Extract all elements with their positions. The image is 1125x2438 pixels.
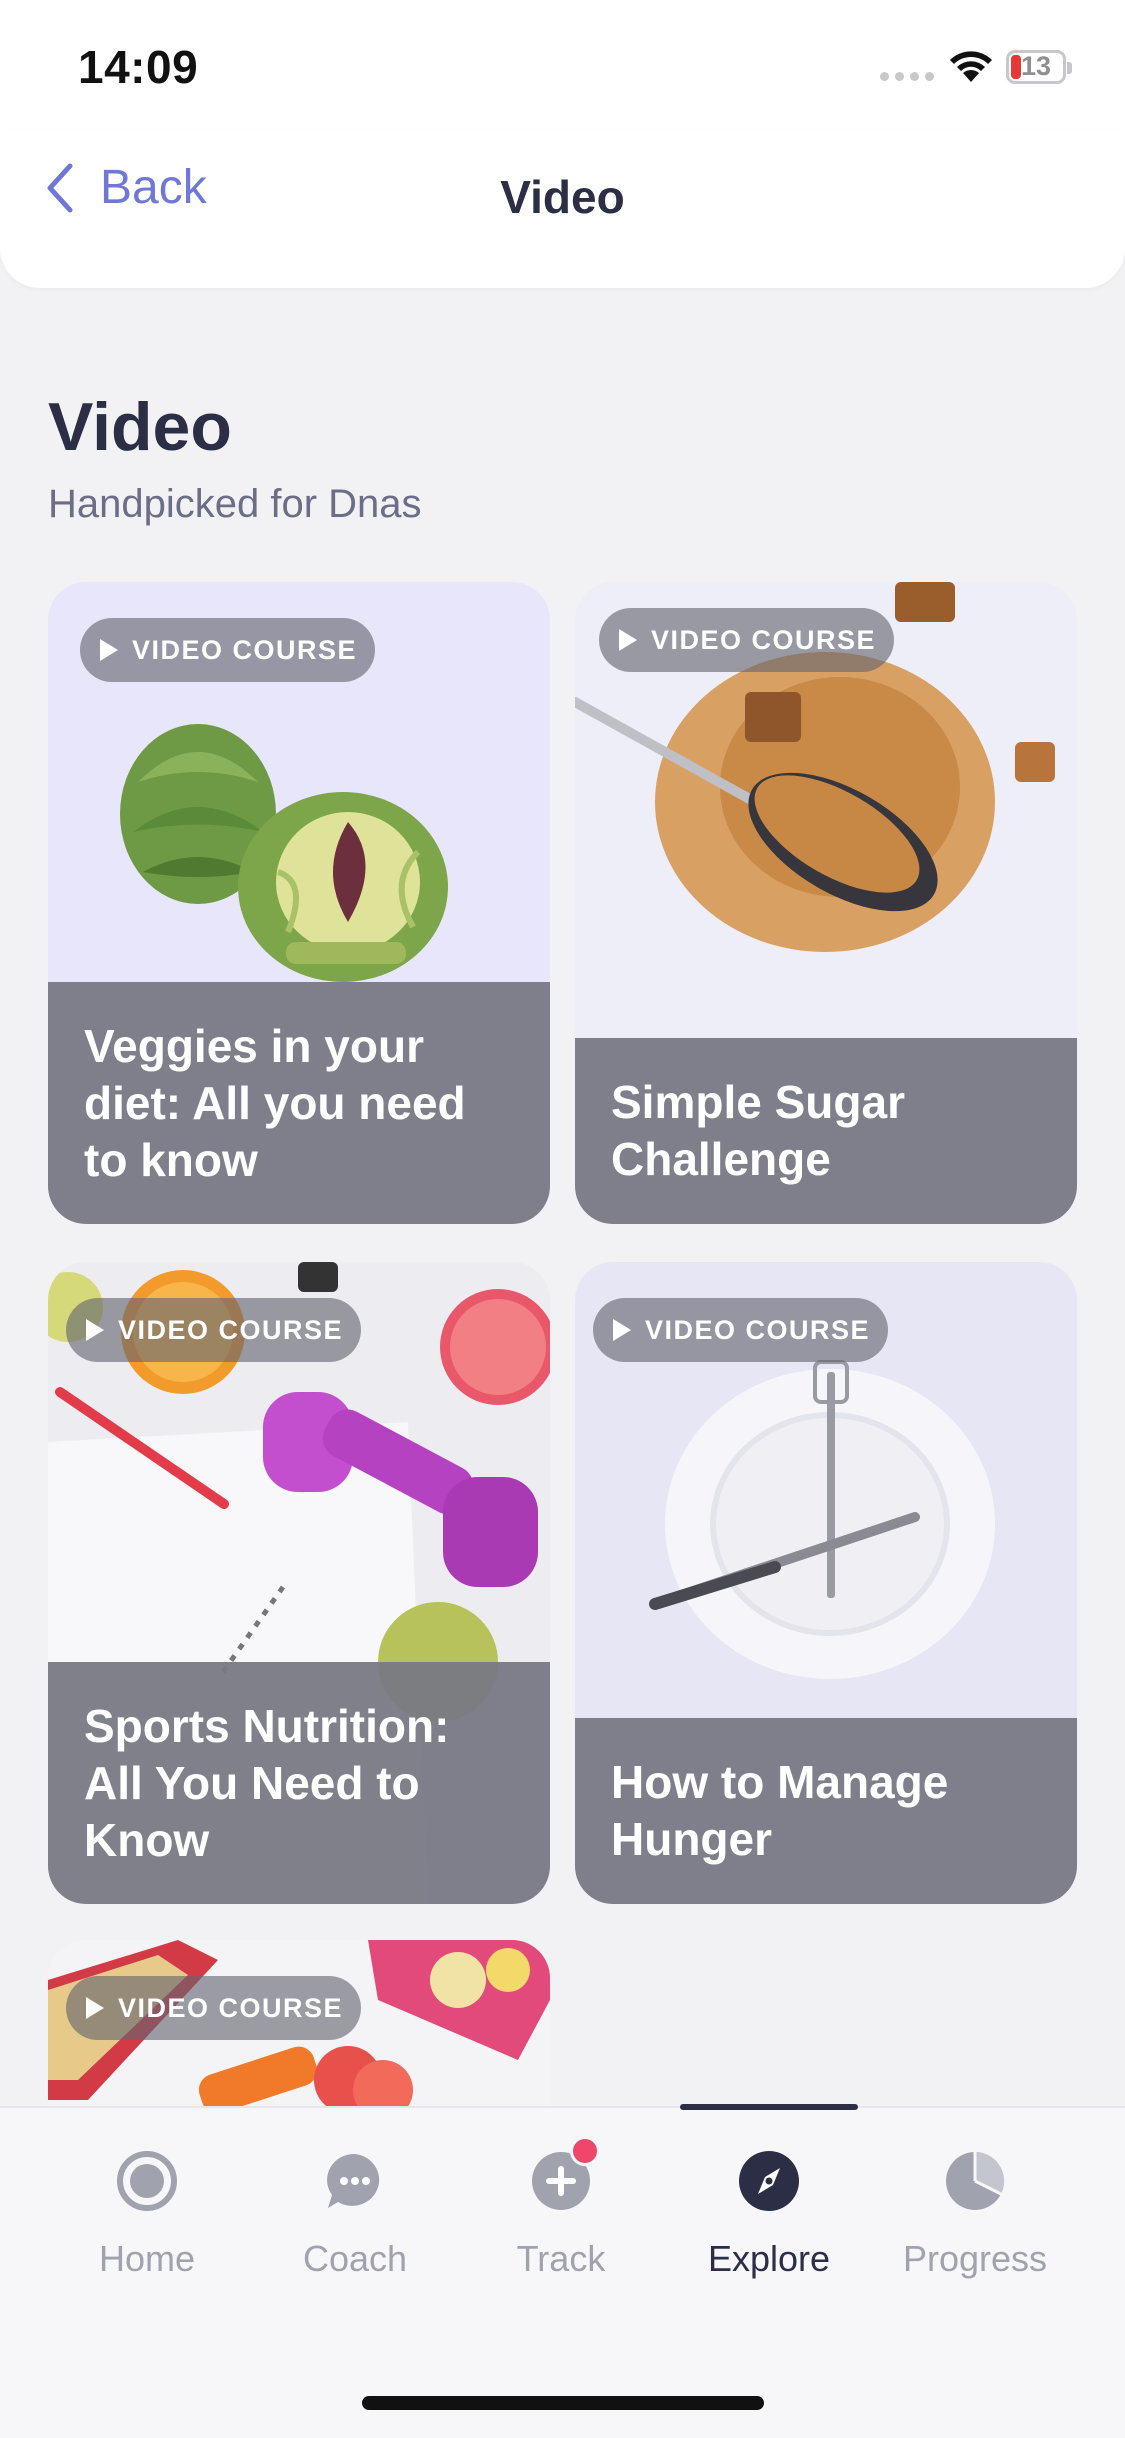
notification-dot bbox=[570, 2136, 600, 2166]
tab-coach[interactable]: Coach bbox=[252, 2150, 458, 2280]
tab-label: Explore bbox=[707, 2238, 831, 2279]
card-caption: Simple Sugar Challenge bbox=[575, 1038, 1077, 1224]
video-card-sugar[interactable]: VIDEO COURSE Simple Sugar Challenge bbox=[575, 582, 1077, 1224]
wifi-icon bbox=[950, 51, 992, 82]
plus-circle-icon bbox=[530, 2136, 600, 2212]
video-course-badge: VIDEO COURSE bbox=[66, 1976, 362, 2040]
status-time: 14:09 bbox=[78, 41, 199, 93]
home-icon bbox=[116, 2150, 178, 2212]
video-course-badge: VIDEO COURSE bbox=[80, 618, 376, 682]
page-subtitle: Handpicked for Dnas bbox=[48, 482, 422, 526]
video-course-badge: VIDEO COURSE bbox=[593, 1298, 889, 1362]
status-bar: 14:09 13 bbox=[0, 0, 1125, 130]
badge-label: VIDEO COURSE bbox=[645, 1314, 871, 1345]
video-card-veggies[interactable]: VIDEO COURSE Veggies in your diet: All y… bbox=[48, 582, 550, 1224]
card-caption: How to Manage Hunger bbox=[575, 1718, 1077, 1904]
tab-label: Progress bbox=[902, 2238, 1048, 2279]
card-caption: Sports Nutrition: All You Need to Know bbox=[48, 1662, 550, 1904]
play-icon bbox=[619, 629, 637, 651]
tab-label: Track bbox=[516, 2238, 606, 2279]
tab-track[interactable]: Track bbox=[458, 2136, 664, 2280]
card-title: How to Manage Hunger bbox=[611, 1756, 949, 1865]
page-title: Video bbox=[48, 389, 232, 465]
play-icon bbox=[100, 639, 118, 661]
navigation-header: Back Video bbox=[0, 130, 1125, 288]
badge-label: VIDEO COURSE bbox=[132, 634, 358, 665]
video-card-sports-nutrition[interactable]: VIDEO COURSE Sports Nutrition: All You N… bbox=[48, 1262, 550, 1904]
badge-label: VIDEO COURSE bbox=[118, 1314, 344, 1345]
tab-progress[interactable]: Progress bbox=[872, 2150, 1078, 2280]
battery-level: 13 bbox=[1020, 51, 1052, 81]
chat-bubble-icon bbox=[324, 2150, 386, 2212]
tab-home[interactable]: Home bbox=[44, 2150, 250, 2280]
play-icon bbox=[86, 1319, 104, 1341]
video-course-badge: VIDEO COURSE bbox=[66, 1298, 362, 1362]
nav-title: Video bbox=[500, 171, 625, 223]
card-title: Sports Nutrition: All You Need to Know bbox=[84, 1699, 450, 1866]
play-icon bbox=[613, 1319, 631, 1341]
active-tab-indicator bbox=[680, 2104, 858, 2110]
compass-icon bbox=[738, 2150, 800, 2212]
badge-label: VIDEO COURSE bbox=[118, 1992, 344, 2023]
tab-label: Home bbox=[98, 2238, 196, 2279]
play-icon bbox=[86, 1997, 104, 2019]
video-course-badge: VIDEO COURSE bbox=[599, 608, 895, 672]
card-title: Simple Sugar Challenge bbox=[611, 1076, 905, 1185]
home-indicator[interactable] bbox=[362, 2396, 764, 2410]
cell-signal-icon bbox=[880, 72, 934, 81]
battery-icon: 13 bbox=[1006, 50, 1072, 84]
tab-explore[interactable]: Explore bbox=[666, 2150, 872, 2280]
pie-chart-icon bbox=[944, 2150, 1006, 2212]
tab-label: Coach bbox=[302, 2238, 408, 2279]
card-caption: Veggies in your diet: All you need to kn… bbox=[48, 982, 550, 1224]
video-card-hunger[interactable]: VIDEO COURSE How to Manage Hunger bbox=[575, 1262, 1077, 1904]
badge-label: VIDEO COURSE bbox=[651, 624, 877, 655]
card-title: Veggies in your diet: All you need to kn… bbox=[84, 1019, 466, 1186]
